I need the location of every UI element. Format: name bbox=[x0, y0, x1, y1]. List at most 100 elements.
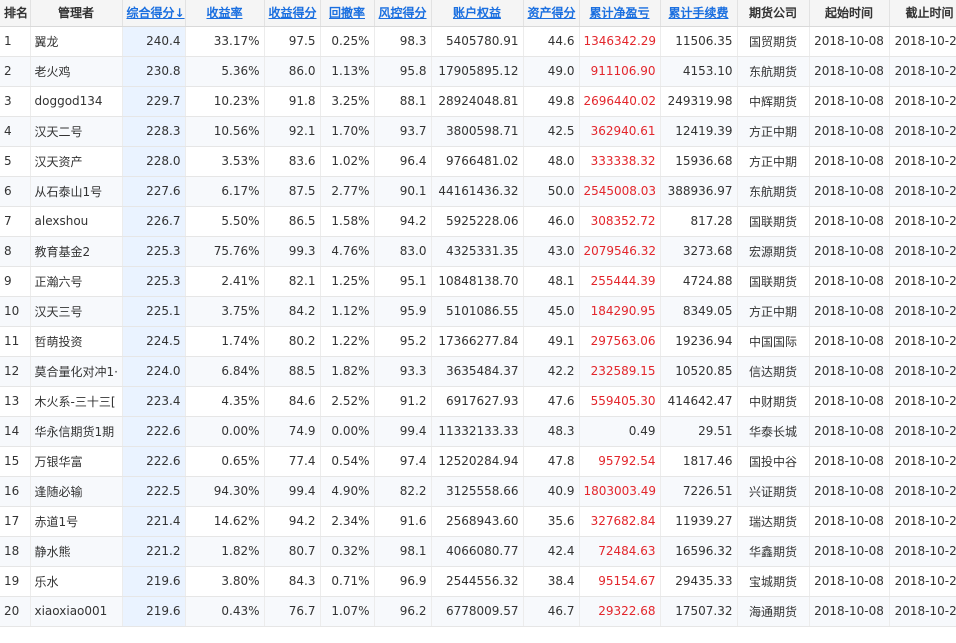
header-rank: 排名 bbox=[0, 0, 31, 27]
cell-net-pnl: 72484.63 bbox=[579, 536, 661, 567]
cell-return-rate: 4.35% bbox=[185, 386, 265, 417]
cell-drawdown-rate: 4.76% bbox=[320, 236, 375, 267]
cell-return-score: 86.0 bbox=[264, 56, 321, 87]
cell-account-equity: 6917627.93 bbox=[431, 386, 524, 417]
cell-end-time: 2018-10-29 bbox=[889, 446, 956, 477]
cell-commission: 12419.39 bbox=[660, 116, 738, 147]
cell-manager: alexshou bbox=[30, 206, 123, 237]
cell-rank: 18 bbox=[0, 536, 31, 567]
cell-start-time: 2018-10-08 bbox=[809, 506, 890, 537]
cell-return-rate: 10.56% bbox=[185, 116, 265, 147]
cell-end-time: 2018-10-29 bbox=[889, 56, 956, 87]
cell-composite-score: 225.3 bbox=[122, 236, 186, 267]
cell-start-time: 2018-10-08 bbox=[809, 206, 890, 237]
cell-return-rate: 75.76% bbox=[185, 236, 265, 267]
cell-risk-score: 93.3 bbox=[374, 356, 432, 387]
header-return-rate[interactable]: 收益率 bbox=[185, 0, 265, 27]
cell-start-time: 2018-10-08 bbox=[809, 116, 890, 147]
header-commission[interactable]: 累计手续费 bbox=[660, 0, 738, 27]
cell-manager: 乐水 bbox=[30, 566, 123, 597]
cell-return-score: 77.4 bbox=[264, 446, 321, 477]
cell-start-time: 2018-10-08 bbox=[809, 596, 890, 627]
cell-rank: 6 bbox=[0, 176, 31, 207]
cell-drawdown-rate: 0.00% bbox=[320, 416, 375, 447]
header-drawdown-rate[interactable]: 回撤率 bbox=[320, 0, 375, 27]
cell-manager: 赤道1号 bbox=[30, 506, 123, 537]
cell-account-equity: 4066080.77 bbox=[431, 536, 524, 567]
cell-risk-score: 93.7 bbox=[374, 116, 432, 147]
header-return-score[interactable]: 收益得分 bbox=[264, 0, 321, 27]
table-body: 1 翼龙 240.4 33.17% 97.5 0.25% 98.3 5405780.91 44.… bbox=[0, 26, 956, 627]
cell-risk-score: 95.2 bbox=[374, 326, 432, 357]
cell-rank: 19 bbox=[0, 566, 31, 597]
cell-drawdown-rate: 1.25% bbox=[320, 266, 375, 297]
cell-rank: 5 bbox=[0, 146, 31, 177]
cell-asset-score: 48.1 bbox=[523, 266, 580, 297]
header-asset-score[interactable]: 资产得分 bbox=[523, 0, 580, 27]
cell-end-time: 2018-10-29 bbox=[889, 236, 956, 267]
header-composite-score[interactable]: 综合得分↓ bbox=[122, 0, 186, 27]
cell-net-pnl: 255444.39 bbox=[579, 266, 661, 297]
cell-return-score: 84.3 bbox=[264, 566, 321, 597]
ranking-table: 排名 管理者 综合得分↓ 收益率 收益得分 回撤率 风控得分 账户权益 资产得分 累计净盈亏 累计手… bbox=[0, 0, 956, 627]
cell-start-time: 2018-10-08 bbox=[809, 536, 890, 567]
cell-return-score: 88.5 bbox=[264, 356, 321, 387]
cell-futures-company: 宏源期货 bbox=[737, 236, 810, 267]
cell-net-pnl: 1346342.29 bbox=[579, 26, 661, 57]
cell-manager: 静水熊 bbox=[30, 536, 123, 567]
cell-net-pnl: 2545008.03 bbox=[579, 176, 661, 207]
header-risk-score[interactable]: 风控得分 bbox=[374, 0, 432, 27]
cell-asset-score: 48.3 bbox=[523, 416, 580, 447]
cell-return-score: 80.2 bbox=[264, 326, 321, 357]
cell-drawdown-rate: 0.32% bbox=[320, 536, 375, 567]
cell-start-time: 2018-10-08 bbox=[809, 176, 890, 207]
cell-asset-score: 35.6 bbox=[523, 506, 580, 537]
cell-drawdown-rate: 3.25% bbox=[320, 86, 375, 117]
cell-return-rate: 6.17% bbox=[185, 176, 265, 207]
cell-net-pnl: 29322.68 bbox=[579, 596, 661, 627]
cell-manager: 教育基金2 bbox=[30, 236, 123, 267]
cell-return-rate: 1.82% bbox=[185, 536, 265, 567]
cell-net-pnl: 911106.90 bbox=[579, 56, 661, 87]
cell-account-equity: 5405780.91 bbox=[431, 26, 524, 57]
header-net-pnl[interactable]: 累计净盈亏 bbox=[579, 0, 661, 27]
cell-asset-score: 50.0 bbox=[523, 176, 580, 207]
header-start-time: 起始时间 bbox=[809, 0, 890, 27]
cell-asset-score: 47.6 bbox=[523, 386, 580, 417]
cell-net-pnl: 95792.54 bbox=[579, 446, 661, 477]
cell-asset-score: 38.4 bbox=[523, 566, 580, 597]
cell-composite-score: 224.0 bbox=[122, 356, 186, 387]
cell-drawdown-rate: 2.77% bbox=[320, 176, 375, 207]
cell-return-score: 94.2 bbox=[264, 506, 321, 537]
cell-account-equity: 17366277.84 bbox=[431, 326, 524, 357]
cell-drawdown-rate: 1.13% bbox=[320, 56, 375, 87]
cell-return-score: 74.9 bbox=[264, 416, 321, 447]
cell-return-score: 82.1 bbox=[264, 266, 321, 297]
cell-account-equity: 11332133.33 bbox=[431, 416, 524, 447]
cell-net-pnl: 95154.67 bbox=[579, 566, 661, 597]
cell-commission: 4153.10 bbox=[660, 56, 738, 87]
header-account-equity[interactable]: 账户权益 bbox=[431, 0, 524, 27]
cell-drawdown-rate: 4.90% bbox=[320, 476, 375, 507]
cell-return-rate: 33.17% bbox=[185, 26, 265, 57]
cell-account-equity: 6778009.57 bbox=[431, 596, 524, 627]
cell-composite-score: 221.2 bbox=[122, 536, 186, 567]
cell-composite-score: 240.4 bbox=[122, 26, 186, 57]
cell-return-rate: 2.41% bbox=[185, 266, 265, 297]
cell-start-time: 2018-10-08 bbox=[809, 446, 890, 477]
table-row: 2 老火鸡 230.8 5.36% 86.0 1.13% 95.8 17905895.12 49… bbox=[0, 56, 956, 87]
cell-return-rate: 3.53% bbox=[185, 146, 265, 177]
cell-commission: 3273.68 bbox=[660, 236, 738, 267]
cell-asset-score: 49.1 bbox=[523, 326, 580, 357]
header-manager: 管理者 bbox=[30, 0, 123, 27]
cell-futures-company: 华鑫期货 bbox=[737, 536, 810, 567]
cell-commission: 817.28 bbox=[660, 206, 738, 237]
cell-net-pnl: 1803003.49 bbox=[579, 476, 661, 507]
cell-drawdown-rate: 1.70% bbox=[320, 116, 375, 147]
cell-start-time: 2018-10-08 bbox=[809, 326, 890, 357]
cell-composite-score: 223.4 bbox=[122, 386, 186, 417]
cell-futures-company: 中辉期货 bbox=[737, 86, 810, 117]
cell-net-pnl: 327682.84 bbox=[579, 506, 661, 537]
cell-futures-company: 方正中期 bbox=[737, 146, 810, 177]
cell-return-score: 92.1 bbox=[264, 116, 321, 147]
